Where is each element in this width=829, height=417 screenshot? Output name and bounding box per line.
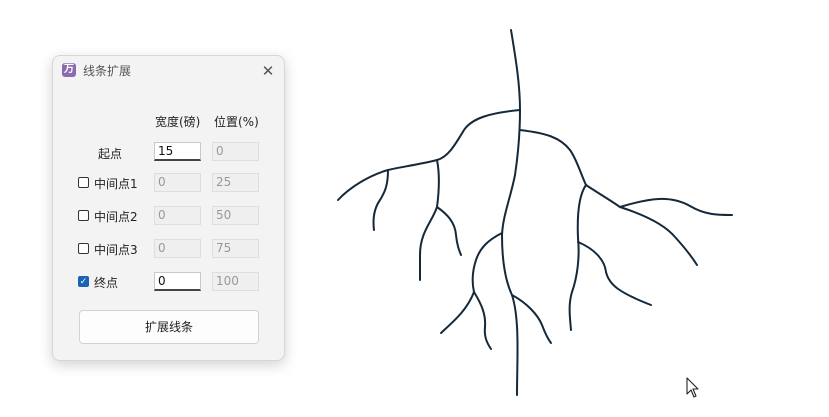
app-logo-icon: 万 xyxy=(62,63,76,77)
end-width-input[interactable]: 0 xyxy=(154,272,201,291)
dialog-title: 线条扩展 xyxy=(83,64,132,78)
start-position-input: 0 xyxy=(212,142,259,161)
midpoint2-checkbox[interactable] xyxy=(78,210,89,221)
line-expand-dialog: 万 线条扩展 ✕ 宽度(磅) 位置(%) 起点 15 0 中间点1 0 25 中… xyxy=(52,55,285,361)
midpoint2-position-input: 50 xyxy=(212,206,259,225)
dialog-titlebar[interactable]: 万 线条扩展 ✕ xyxy=(53,56,284,86)
column-header-width: 宽度(磅) xyxy=(155,115,201,129)
close-icon[interactable]: ✕ xyxy=(258,61,278,81)
start-point-label: 起点 xyxy=(98,147,123,161)
midpoint1-position-input: 25 xyxy=(212,173,259,192)
midpoint3-label: 中间点3 xyxy=(94,243,138,257)
expand-line-button[interactable]: 扩展线条 xyxy=(79,310,259,344)
midpoint2-label: 中间点2 xyxy=(94,210,138,224)
mouse-pointer-icon xyxy=(686,377,699,398)
start-width-input[interactable]: 15 xyxy=(154,142,201,161)
midpoint2-width-input: 0 xyxy=(154,206,201,225)
midpoint3-width-input: 0 xyxy=(154,239,201,258)
midpoint1-checkbox[interactable] xyxy=(78,177,89,188)
column-header-position: 位置(%) xyxy=(214,115,259,129)
midpoint1-width-input: 0 xyxy=(154,173,201,192)
end-point-label: 终点 xyxy=(94,276,119,290)
midpoint3-position-input: 75 xyxy=(212,239,259,258)
midpoint3-checkbox[interactable] xyxy=(78,243,89,254)
end-position-input: 100 xyxy=(212,272,259,291)
end-point-checkbox[interactable]: ✓ xyxy=(78,276,89,287)
midpoint1-label: 中间点1 xyxy=(94,177,138,191)
